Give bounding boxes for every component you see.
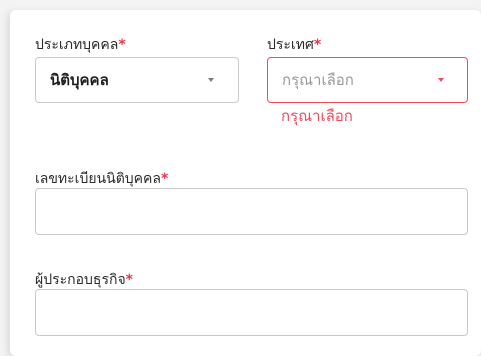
country-label-text: ประเทศ: [267, 37, 314, 53]
registration-number-label: เลขทะเบียนนิติบุคคล*: [35, 170, 168, 188]
registration-number-label-text: เลขทะเบียนนิติบุคคล: [35, 171, 161, 187]
caret-down-icon: [208, 78, 214, 82]
country-label: ประเทศ*: [267, 36, 321, 54]
business-operator-label-text: ผู้ประกอบธุรกิจ: [35, 272, 126, 288]
required-mark: *: [161, 171, 169, 187]
country-select[interactable]: กรุณาเลือก: [267, 57, 468, 103]
caret-down-icon: [438, 78, 444, 82]
required-mark: *: [118, 37, 126, 53]
country-placeholder: กรุณาเลือก: [282, 71, 354, 89]
country-error-message: กรุณาเลือก: [281, 107, 353, 125]
business-operator-field[interactable]: [35, 289, 468, 336]
business-operator-input[interactable]: [36, 290, 467, 335]
registration-number-field[interactable]: [35, 188, 468, 235]
business-operator-label: ผู้ประกอบธุรกิจ*: [35, 271, 133, 289]
required-mark: *: [125, 272, 133, 288]
person-type-select[interactable]: นิติบุคคล: [35, 57, 239, 103]
registration-number-input[interactable]: [36, 189, 467, 234]
form-card: ประเภทบุคคล* นิติบุคคล ประเทศ* กรุณาเลือ…: [10, 10, 481, 356]
person-type-label: ประเภทบุคคล*: [35, 36, 126, 54]
person-type-label-text: ประเภทบุคคล: [35, 37, 119, 53]
person-type-selected-value: นิติบุคคล: [50, 71, 109, 89]
required-mark: *: [313, 37, 322, 53]
